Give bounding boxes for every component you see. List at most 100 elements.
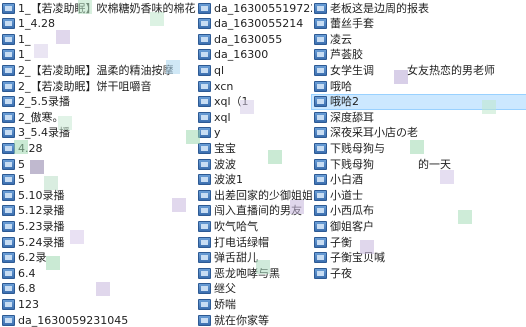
file-item[interactable]: 下贱母狗 的一天 [312,157,526,171]
file-item[interactable]: 小白酒 [312,173,526,187]
file-item[interactable]: 5.24录播 [0,235,196,249]
file-name: 子衡 [330,235,352,249]
file-name: 波波1 [214,173,243,187]
audio-file-icon [198,236,211,248]
file-item[interactable]: 子衡 [312,235,526,249]
file-name: 2_5.5录播 [18,95,70,109]
file-item[interactable]: 老板这是边周的报表 [312,1,526,15]
audio-file-icon [198,80,211,92]
file-item[interactable]: da_16300 [196,48,312,62]
file-item[interactable]: 1_4.28 [0,17,196,31]
file-item[interactable]: 3_5.4录播 [0,126,196,140]
file-item[interactable]: 蕾丝手套 [312,17,526,31]
file-name: 波波 [214,157,236,171]
audio-file-icon [314,18,327,30]
file-item[interactable]: 宝宝 [196,141,312,155]
audio-file-icon [198,111,211,123]
file-item[interactable]: 123 [0,297,196,311]
audio-file-icon [314,64,327,76]
file-name: 6.4 [18,266,36,280]
file-name: 2_傲寒。 [18,110,64,124]
file-item[interactable]: 5 [0,173,196,187]
file-item[interactable]: da_1630055214 [196,17,312,31]
audio-file-icon [2,252,15,264]
file-item[interactable]: 6.4 [0,266,196,280]
file-column-3: 老板这是边周的报表 蕾丝手套 凌云 芦荟胶 女学生调 女友热恋的男老师 哦哈 哦哈2 深度舔耳… [311,0,526,326]
file-item[interactable]: 芦荟胶 [312,48,526,62]
audio-file-icon [198,49,211,61]
file-name: 1_ [18,48,31,62]
file-name: 子夜 [330,266,352,280]
file-item[interactable]: 子夜 [312,266,526,280]
file-item[interactable]: da_1630055 [196,32,312,46]
file-item[interactable]: 5.10录播 [0,188,196,202]
mosaic-block [440,170,454,184]
file-name: 子衡宝贝喊 [330,251,385,265]
audio-file-icon [2,220,15,232]
file-item[interactable]: 小西瓜布 [312,204,526,218]
file-name: 5.10录播 [18,188,65,202]
file-item[interactable]: 御姐客户 [312,219,526,233]
mosaic-block [58,116,72,130]
file-item[interactable]: 6.2录 [0,251,196,265]
file-name: da_1630059231045 [18,313,129,327]
file-item[interactable]: 打电话绿帽 [196,235,312,249]
mosaic-block [458,210,472,224]
file-name: 哦哈2 [330,95,359,109]
audio-file-icon [314,267,327,279]
file-item[interactable]: 娇喘 [196,297,312,311]
file-name: 5.23录播 [18,219,65,233]
file-item[interactable]: 1_【若凌助眠】吹棉糖奶香味的棉花糖 [0,1,196,15]
audio-file-icon [314,33,327,45]
audio-file-icon [314,80,327,92]
file-item[interactable]: xcn [196,79,312,93]
audio-file-icon [314,252,327,264]
file-item[interactable]: 女学生调 女友热恋的男老师 [312,63,526,77]
audio-file-icon [198,142,211,154]
file-item[interactable]: 继父 [196,282,312,296]
audio-file-icon [2,158,15,170]
file-item[interactable]: 2_5.5录播 [0,95,196,109]
file-name: 吹气哈气 [214,219,258,233]
file-name: 凌云 [330,32,352,46]
file-item[interactable]: 2_傲寒。 [0,110,196,124]
file-item[interactable]: 小道士 [312,188,526,202]
file-item[interactable]: 5.12录播 [0,204,196,218]
audio-file-icon [198,174,211,186]
file-item[interactable]: 2_【若凌助眠】饼干咀嚼音 [0,79,196,93]
audio-file-icon [2,127,15,139]
file-item[interactable]: 弹舌甜儿 [196,251,312,265]
mosaic-block [256,260,270,274]
file-name: 宝宝 [214,141,236,155]
file-item[interactable]: 波波1 [196,173,312,187]
mosaic-block [70,230,84,244]
file-item[interactable]: y [196,126,312,140]
file-name: da_1630055214 [214,17,304,31]
file-item[interactable]: 就在你家等 [196,313,312,327]
file-item[interactable]: 凌云 [312,32,526,46]
audio-file-icon [2,298,15,310]
file-item[interactable]: xql（1 [196,95,312,109]
file-item[interactable]: da_1630059231045 [0,313,196,327]
file-item[interactable]: xql [196,110,312,124]
file-item[interactable]: da_1630055197225 [196,1,312,15]
audio-file-icon [198,64,211,76]
file-item[interactable]: 1_ [0,32,196,46]
file-name: 老板这是边周的报表 [330,1,429,15]
file-item[interactable]: 恶龙咆哮与黑 [196,266,312,280]
file-item[interactable]: 吹气哈气 [196,219,312,233]
file-item[interactable]: 5.23录播 [0,219,196,233]
file-name: 2_【若凌助眠】饼干咀嚼音 [18,79,152,93]
file-name: xcn [214,79,234,93]
file-item[interactable]: 哦哈 [312,79,526,93]
file-item[interactable]: 深夜采耳小店の老 [312,126,526,140]
file-item[interactable]: 4.28 [0,141,196,155]
file-item[interactable]: 波波 [196,157,312,171]
audio-file-icon [198,298,211,310]
file-item[interactable]: ql [196,63,312,77]
file-name: da_16300 [214,48,269,62]
file-item[interactable]: 子衡宝贝喊 [312,251,526,265]
file-name: 小道士 [330,188,363,202]
audio-file-icon [198,18,211,30]
file-name: 1_4.28 [18,17,55,31]
